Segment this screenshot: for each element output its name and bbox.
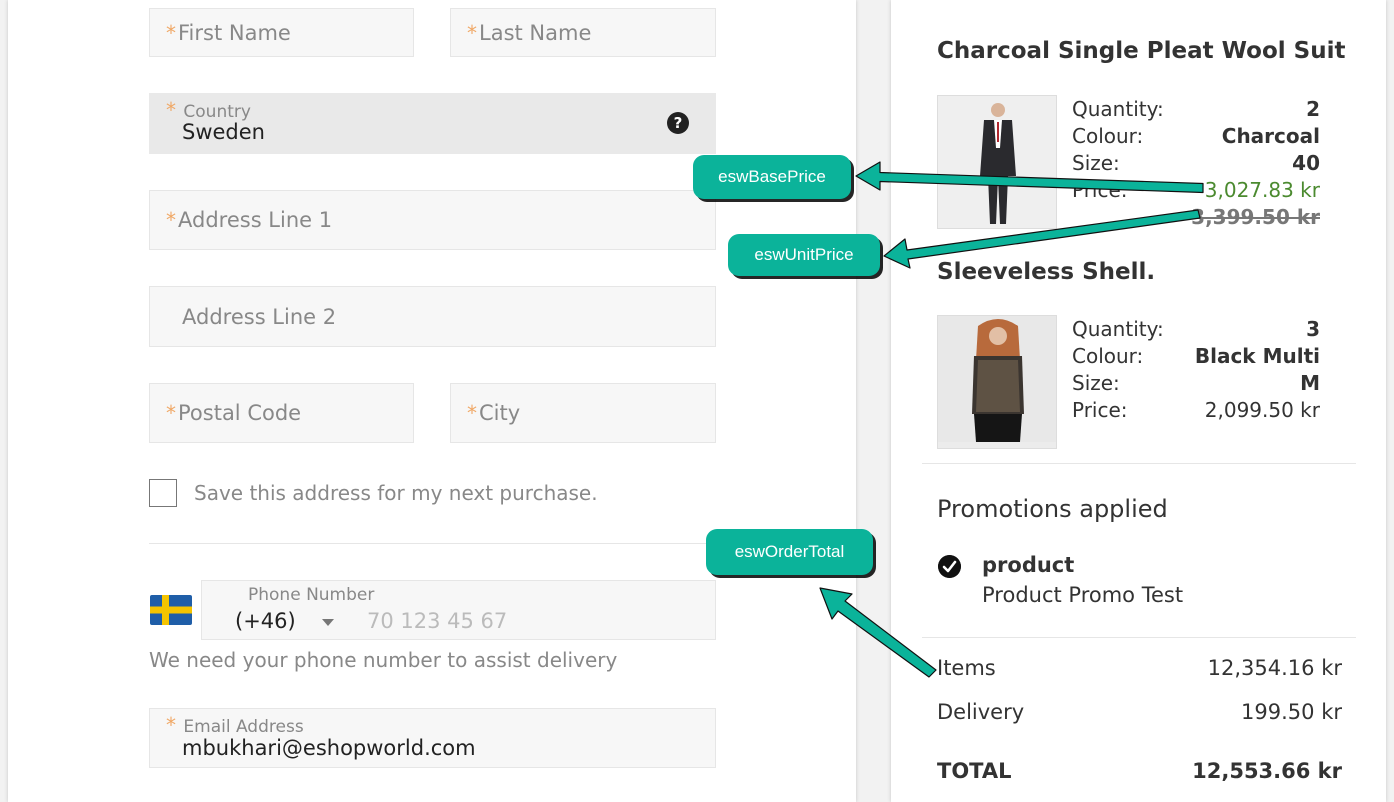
quantity-value: 2 (1306, 97, 1320, 121)
country-label: Country (183, 102, 251, 122)
country-value: Sweden (182, 120, 265, 144)
form-divider (149, 543, 715, 544)
original-price-value: 3,399.50 kr (1191, 205, 1320, 229)
last-name-placeholder: Last Name (479, 20, 592, 45)
items-label: Items (937, 656, 996, 680)
summary-divider (922, 637, 1356, 638)
quantity-label: Quantity: (1072, 317, 1164, 341)
colour-label: Colour: (1072, 124, 1144, 148)
save-address-checkbox[interactable] (149, 479, 177, 507)
total-label: TOTAL (937, 759, 1012, 783)
help-icon[interactable]: ? (667, 112, 689, 134)
save-address-label[interactable]: Save this address for my next purchase. (194, 481, 598, 505)
delivery-label: Delivery (937, 700, 1025, 724)
base-price-callout: eswBasePrice (693, 155, 851, 199)
product-title: Charcoal Single Pleat Wool Suit (937, 38, 1346, 64)
promo-description: Product Promo Test (982, 583, 1184, 607)
price-value: 2,099.50 kr (1204, 398, 1320, 422)
first-name-field[interactable]: *First Name (149, 8, 414, 57)
promotions-heading: Promotions applied (937, 495, 1168, 523)
items-value: 12,354.16 kr (1207, 656, 1342, 680)
email-label: Email Address (183, 717, 304, 737)
quantity-label: Quantity: (1072, 97, 1164, 121)
price-label: Price: (1072, 398, 1128, 422)
size-value: 40 (1292, 151, 1320, 175)
order-total-callout: eswOrderTotal (706, 529, 873, 575)
phone-hint: We need your phone number to assist deli… (149, 648, 618, 672)
quantity-value: 3 (1306, 317, 1320, 341)
email-value: mbukhari@eshopworld.com (182, 736, 476, 760)
required-mark: * (166, 20, 176, 45)
size-label: Size: (1072, 371, 1120, 395)
required-mark: * (166, 208, 176, 232)
phone-number-placeholder: 70 123 45 67 (367, 609, 508, 633)
phone-number-field[interactable]: Phone Number (+46) 70 123 45 67 (201, 580, 716, 640)
check-icon (938, 555, 961, 578)
postal-code-field[interactable]: *Postal Code (149, 383, 414, 443)
required-mark: * (166, 98, 176, 122)
unit-price-callout: eswUnitPrice (728, 234, 880, 276)
city-placeholder: City (479, 401, 521, 425)
summary-divider (922, 463, 1356, 464)
required-mark: * (166, 401, 176, 425)
first-name-placeholder: First Name (178, 20, 291, 45)
colour-label: Colour: (1072, 344, 1144, 368)
required-mark: * (166, 713, 176, 737)
phone-country-code[interactable]: (+46) (235, 609, 296, 633)
colour-value: Charcoal (1221, 124, 1320, 148)
total-value: 12,553.66 kr (1192, 759, 1342, 783)
phone-number-label: Phone Number (248, 585, 375, 605)
size-label: Size: (1072, 151, 1120, 175)
required-mark: * (467, 401, 477, 425)
address-line-1-placeholder: Address Line 1 (178, 208, 333, 232)
address-line-2-placeholder: Address Line 2 (182, 304, 337, 329)
product-image (937, 315, 1057, 449)
chevron-down-icon[interactable] (322, 619, 334, 626)
base-price-value: 3,027.83 kr (1204, 178, 1320, 202)
colour-value: Black Multi (1194, 344, 1320, 368)
country-select[interactable]: * Country Sweden ? (149, 93, 716, 154)
price-label: Price: (1072, 178, 1128, 202)
last-name-field[interactable]: *Last Name (450, 8, 716, 57)
product-image (937, 95, 1057, 229)
size-value: M (1300, 371, 1320, 395)
address-line-2-field[interactable]: Address Line 2 (149, 286, 716, 347)
sweden-flag-icon[interactable] (150, 595, 192, 625)
city-field[interactable]: *City (450, 383, 716, 443)
address-line-1-field[interactable]: *Address Line 1 (149, 190, 716, 250)
product-title: Sleeveless Shell. (937, 259, 1156, 285)
required-mark: * (467, 20, 477, 45)
postal-code-placeholder: Postal Code (178, 401, 302, 425)
promo-name: product (982, 553, 1075, 577)
email-field[interactable]: * Email Address mbukhari@eshopworld.com (149, 708, 716, 768)
delivery-value: 199.50 kr (1241, 700, 1342, 724)
